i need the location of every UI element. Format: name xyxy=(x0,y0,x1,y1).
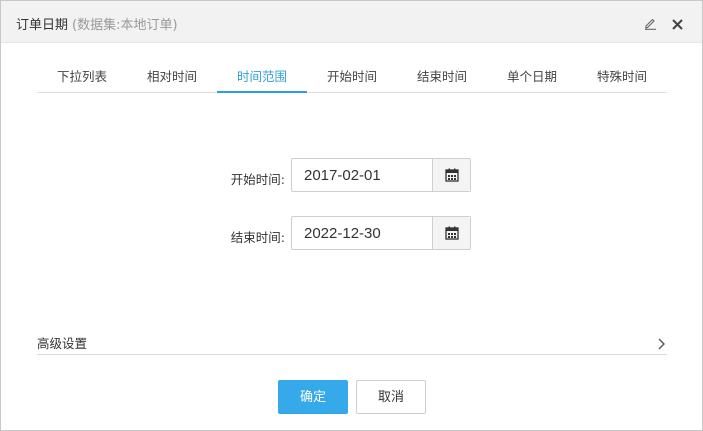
close-icon[interactable] xyxy=(671,16,684,30)
start-time-field xyxy=(291,158,471,192)
start-time-input[interactable] xyxy=(292,159,432,191)
tab-single-date[interactable]: 单个日期 xyxy=(487,63,577,93)
end-calendar-button[interactable] xyxy=(432,217,470,249)
pencil-icon[interactable] xyxy=(643,15,657,30)
tab-relative-time[interactable]: 相对时间 xyxy=(127,63,217,93)
tab-bar: 下拉列表 相对时间 时间范围 开始时间 结束时间 单个日期 特殊时间 xyxy=(37,63,667,93)
tab-start-time[interactable]: 开始时间 xyxy=(307,63,397,93)
end-time-input[interactable] xyxy=(292,217,432,249)
tab-special-time[interactable]: 特殊时间 xyxy=(577,63,667,93)
chevron-right-icon xyxy=(657,335,665,350)
advanced-settings-label: 高级设置 xyxy=(37,336,88,351)
dialog-subtitle: (数据集:本地订单) xyxy=(72,18,178,33)
confirm-button[interactable]: 确定 xyxy=(278,380,348,414)
end-time-label: 结束时间: xyxy=(230,230,285,245)
start-calendar-button[interactable] xyxy=(432,159,470,191)
end-time-field xyxy=(291,216,471,250)
start-time-label: 开始时间: xyxy=(230,172,285,187)
dialog-title-text: 订单日期 xyxy=(16,18,69,33)
dialog-title: 订单日期 (数据集:本地订单) xyxy=(16,14,178,33)
calendar-icon xyxy=(445,168,459,182)
dialog: 订单日期 (数据集:本地订单) 下拉列表 相对时间 时间范围 开始时间 结束时间 … xyxy=(0,0,703,431)
tab-end-time[interactable]: 结束时间 xyxy=(397,63,487,93)
advanced-settings-row[interactable]: 高级设置 xyxy=(37,331,667,355)
tab-time-range[interactable]: 时间范围 xyxy=(217,63,307,93)
cancel-button[interactable]: 取消 xyxy=(356,380,426,414)
tab-dropdown-list[interactable]: 下拉列表 xyxy=(37,63,127,93)
dialog-header: 订单日期 (数据集:本地订单) xyxy=(1,1,702,43)
calendar-icon xyxy=(445,226,459,240)
